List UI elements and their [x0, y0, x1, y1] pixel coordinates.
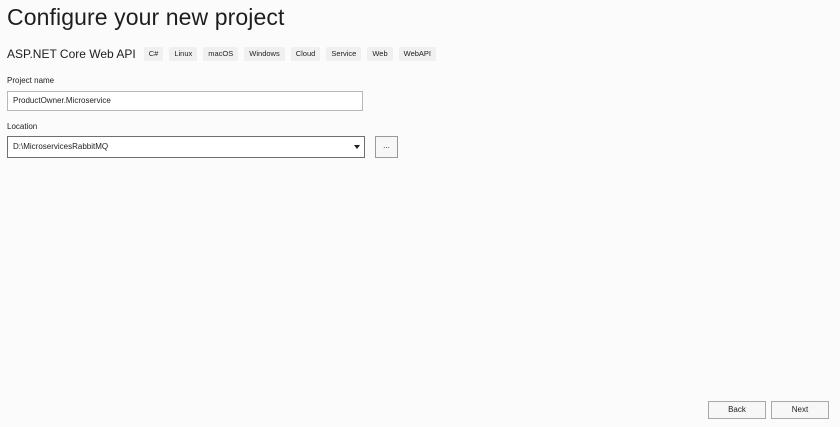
next-button[interactable]: Next: [771, 401, 829, 419]
tag-linux: Linux: [169, 47, 198, 61]
project-name-label: Project name: [7, 76, 55, 85]
tag-csharp: C#: [143, 47, 164, 61]
page-title: Configure your new project: [7, 4, 285, 30]
tag-cloud: Cloud: [290, 47, 321, 61]
tag-web: Web: [367, 47, 393, 61]
tag-windows: Windows: [244, 47, 285, 61]
tag-macos: macOS: [203, 47, 239, 61]
project-name-input[interactable]: ProductOwner.Microservice: [7, 91, 363, 111]
tag-webapi: WebAPI: [398, 47, 437, 61]
back-button[interactable]: Back: [708, 401, 766, 419]
browse-button[interactable]: ...: [375, 136, 398, 158]
chevron-down-icon[interactable]: [354, 145, 360, 149]
configure-project-page: Configure your new project ASP.NET Core …: [0, 0, 840, 427]
template-info: ASP.NET Core Web API C# Linux macOS Wind…: [7, 46, 442, 62]
template-name: ASP.NET Core Web API: [7, 47, 136, 61]
tag-service: Service: [326, 47, 362, 61]
location-combobox[interactable]: D:\MicroservicesRabbitMQ: [7, 136, 365, 158]
location-value: D:\MicroservicesRabbitMQ: [13, 142, 109, 151]
location-label: Location: [7, 122, 38, 131]
